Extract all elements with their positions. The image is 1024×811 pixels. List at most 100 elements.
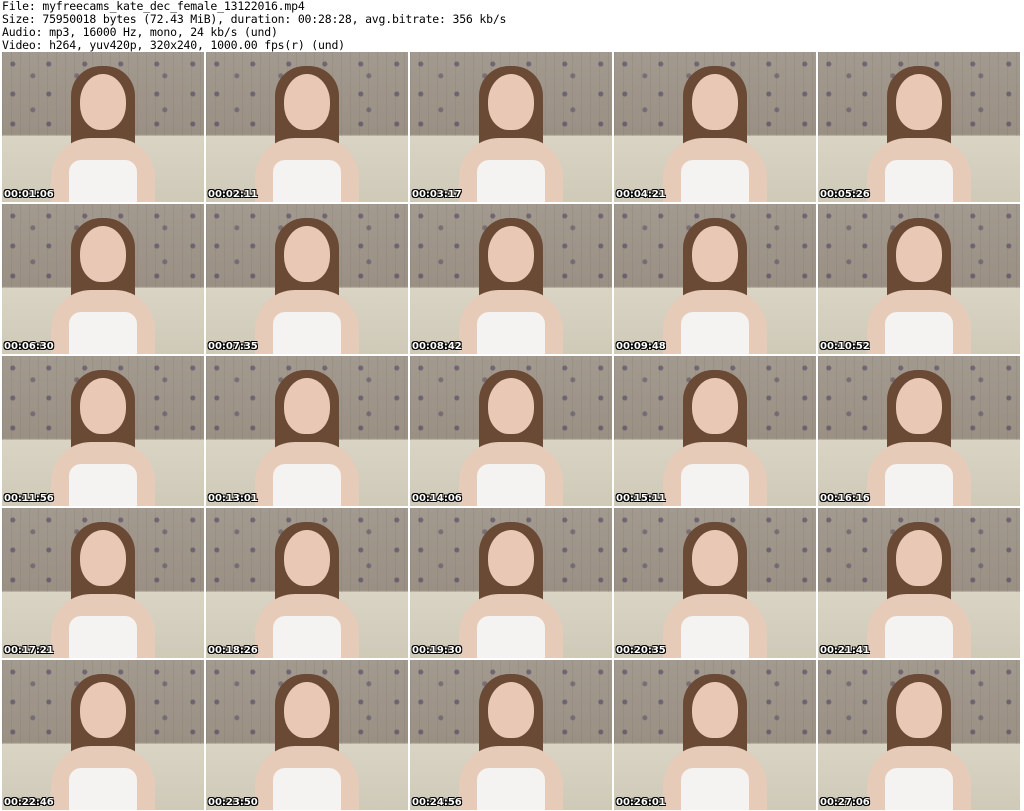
white-top [681,616,749,658]
face [488,378,534,434]
white-top [681,768,749,810]
video-thumbnail: 00:04:21 [614,52,816,202]
face [896,226,942,282]
face [284,378,330,434]
white-top [69,464,137,506]
white-top [69,312,137,354]
white-top [477,768,545,810]
person-figure [43,508,163,658]
video-thumbnail: 00:17:21 [2,508,204,658]
person-figure [655,204,775,354]
white-top [885,312,953,354]
person-figure [859,508,979,658]
thumbnail-timestamp: 00:01:06 [4,189,54,200]
person-figure [655,508,775,658]
video-thumbnail: 00:24:56 [410,660,612,810]
thumbnail-timestamp: 00:18:26 [208,645,258,656]
face [80,226,126,282]
person-figure [43,660,163,810]
video-thumbnail: 00:27:06 [818,660,1020,810]
video-thumbnail: 00:08:42 [410,204,612,354]
thumbnail-grid: 00:01:06 00:02:11 00:03:17 00:04:21 00:05:26… [0,52,1024,811]
person-figure [859,660,979,810]
face [284,74,330,130]
video-thumbnail: 00:19:30 [410,508,612,658]
person-figure [43,356,163,506]
person-figure [247,508,367,658]
thumbnail-timestamp: 00:17:21 [4,645,54,656]
thumbnail-timestamp: 00:15:11 [616,493,666,504]
video-thumbnail: 00:10:52 [818,204,1020,354]
thumbnail-timestamp: 00:19:30 [412,645,462,656]
white-top [69,768,137,810]
white-top [477,312,545,354]
video-thumbnail: 00:03:17 [410,52,612,202]
white-top [681,160,749,202]
thumbnail-timestamp: 00:04:21 [616,189,666,200]
white-top [477,464,545,506]
thumbnail-timestamp: 00:03:17 [412,189,462,200]
person-figure [655,52,775,202]
person-figure [655,660,775,810]
file-info-header: File: myfreecams_kate_dec_female_1312201… [2,0,1022,52]
face [284,682,330,738]
video-thumbnail: 00:13:01 [206,356,408,506]
face [488,682,534,738]
thumbnail-timestamp: 00:24:56 [412,797,462,808]
face [80,530,126,586]
face [692,682,738,738]
white-top [477,160,545,202]
video-thumbnail: 00:23:50 [206,660,408,810]
thumbnail-timestamp: 00:07:35 [208,341,258,352]
white-top [885,160,953,202]
video-thumbnail: 00:09:48 [614,204,816,354]
face [488,226,534,282]
person-figure [451,204,571,354]
video-thumbnail: 00:06:30 [2,204,204,354]
face [896,682,942,738]
person-figure [451,52,571,202]
person-figure [859,204,979,354]
white-top [69,616,137,658]
white-top [681,312,749,354]
person-figure [655,356,775,506]
thumbnail-timestamp: 00:27:06 [820,797,870,808]
white-top [273,616,341,658]
video-thumbnail: 00:14:06 [410,356,612,506]
face [284,226,330,282]
thumbnail-timestamp: 00:06:30 [4,341,54,352]
white-top [273,768,341,810]
video-thumbnail: 00:02:11 [206,52,408,202]
face [896,530,942,586]
thumbnail-timestamp: 00:23:50 [208,797,258,808]
thumbnail-timestamp: 00:10:52 [820,341,870,352]
white-top [273,312,341,354]
face [692,226,738,282]
white-top [273,160,341,202]
thumbnail-timestamp: 00:16:16 [820,493,870,504]
white-top [885,768,953,810]
person-figure [43,204,163,354]
thumbnail-timestamp: 00:02:11 [208,189,258,200]
face [692,378,738,434]
thumbnail-timestamp: 00:22:46 [4,797,54,808]
face [692,74,738,130]
video-thumbnail: 00:11:56 [2,356,204,506]
video-thumbnail: 00:20:35 [614,508,816,658]
person-figure [451,508,571,658]
face [80,74,126,130]
face [488,530,534,586]
video-thumbnail: 00:05:26 [818,52,1020,202]
person-figure [43,52,163,202]
thumbnail-timestamp: 00:14:06 [412,493,462,504]
person-figure [247,204,367,354]
thumbnail-timestamp: 00:11:56 [4,493,54,504]
thumbnail-timestamp: 00:13:01 [208,493,258,504]
video-thumbnail: 00:07:35 [206,204,408,354]
person-figure [451,660,571,810]
thumbnail-timestamp: 00:05:26 [820,189,870,200]
thumbnail-timestamp: 00:08:42 [412,341,462,352]
video-thumbnail: 00:26:01 [614,660,816,810]
thumbnail-timestamp: 00:26:01 [616,797,666,808]
face [80,378,126,434]
